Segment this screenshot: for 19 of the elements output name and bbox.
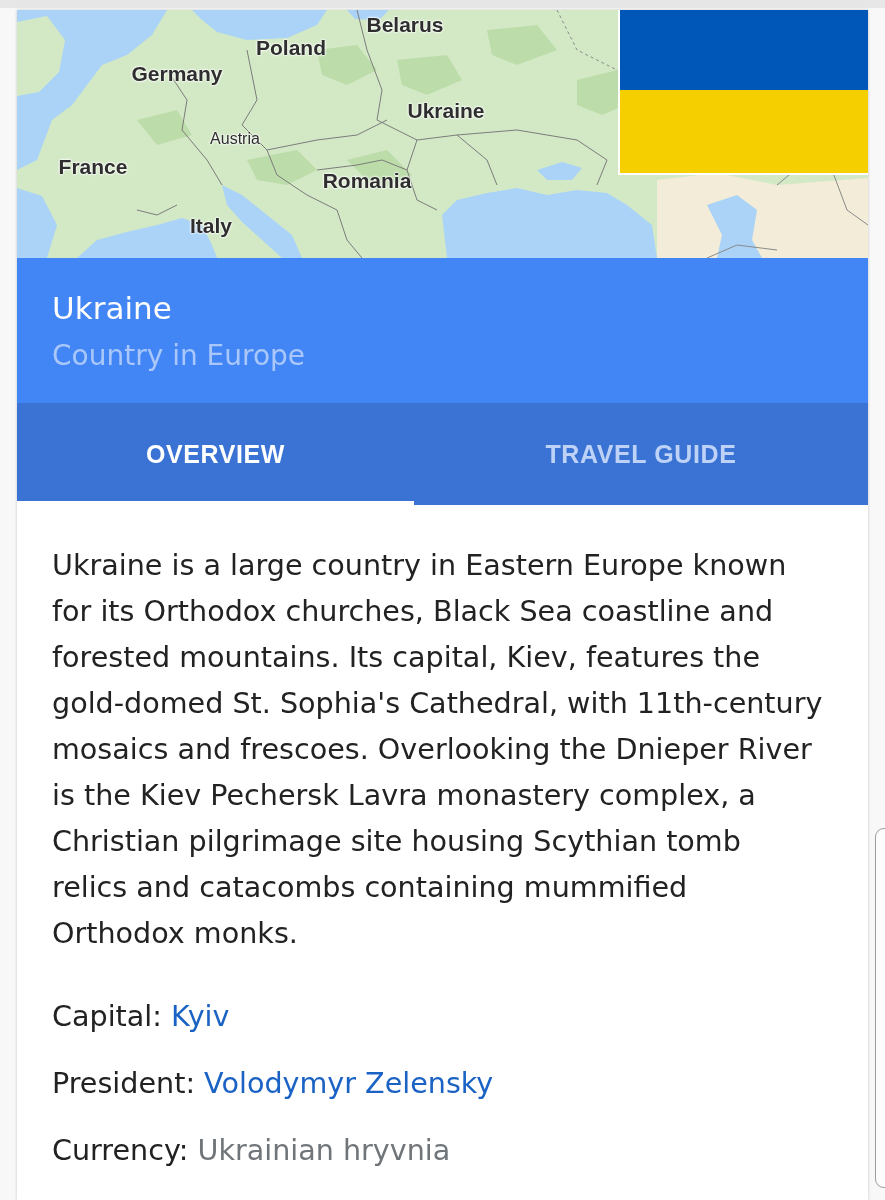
map-label: Poland <box>256 36 326 60</box>
fact-value: Ukrainian hryvnia <box>197 1133 451 1167</box>
card-title: Ukraine <box>52 289 173 328</box>
map-label: Belarus <box>366 13 444 37</box>
map-label: Romania <box>322 169 412 193</box>
fact-label: Currency: <box>52 1133 189 1167</box>
map-label: Italy <box>190 214 232 238</box>
description-text: Ukraine is a large country in Eastern Europe known for its Orthodox churches, Black Sea coastline and forested mountains. Its capital, Kiev, features the gold-domed St. Sophia's Cathedral, with 11th-century mosaics and frescoes. Overlooking the Dnieper River is the Kiev Pechersk Lavra monastery complex, a Christian pilgrimage site housing Scythian tomb relics and catacombs containing mummified Orthodox monks. <box>52 547 824 952</box>
fact-label: President: <box>52 1066 195 1100</box>
map-label: Ukraine <box>407 99 485 123</box>
tab[interactable]: OVERVIEW <box>17 403 414 505</box>
map-label: Austria <box>210 130 260 148</box>
fact-label: Capital: <box>52 999 162 1033</box>
card-subtitle: Country in Europe <box>52 338 307 374</box>
fact-link[interactable]: Kyiv <box>171 999 230 1033</box>
map-label: Germany <box>131 62 223 86</box>
tab[interactable]: TRAVEL GUIDE <box>414 403 868 505</box>
map-label: France <box>58 155 128 179</box>
fact-link[interactable]: Volodymyr Zelensky <box>204 1066 494 1100</box>
